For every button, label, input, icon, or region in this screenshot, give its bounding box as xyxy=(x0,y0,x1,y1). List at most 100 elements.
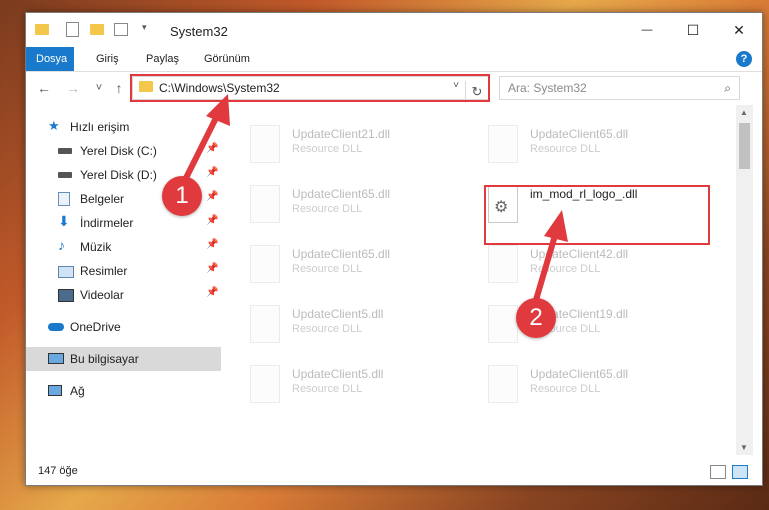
step-marker-1: 1 xyxy=(162,176,202,216)
new-folder-icon[interactable] xyxy=(90,24,104,35)
file-item[interactable]: UpdateClient65.dll Resource DLL xyxy=(484,361,714,417)
details-view-icon[interactable] xyxy=(710,465,726,479)
back-button[interactable]: ← xyxy=(35,79,53,97)
recent-locations-button[interactable]: ˅ xyxy=(90,79,108,97)
pin-icon: 📌 xyxy=(206,215,219,226)
sidebar-item-downloads[interactable]: ⬇ İndirmeler 📌 xyxy=(26,211,221,235)
computer-icon xyxy=(48,353,64,364)
scrollbar-thumb[interactable] xyxy=(739,123,750,169)
file-type: Resource DLL xyxy=(530,383,601,395)
dll-file-icon xyxy=(250,365,280,403)
dll-file-icon xyxy=(488,125,518,163)
star-icon: ★ xyxy=(48,118,60,133)
dll-file-icon xyxy=(250,305,280,343)
network-icon xyxy=(48,385,62,396)
file-item[interactable]: UpdateClient5.dll Resource DLL xyxy=(246,361,476,417)
file-item[interactable]: UpdateClient21.dll Resource DLL xyxy=(246,121,476,177)
sidebar-item-videos[interactable]: Videolar 📌 xyxy=(26,283,221,307)
help-button[interactable]: ? xyxy=(736,51,752,67)
file-name: UpdateClient5.dll xyxy=(292,367,384,381)
file-item[interactable]: UpdateClient65.dll Resource DLL xyxy=(484,121,714,177)
up-button[interactable]: ↑ xyxy=(110,79,128,97)
file-item[interactable]: UpdateClient5.dll Resource DLL xyxy=(246,301,476,357)
tab-gorunum[interactable]: Görünüm xyxy=(194,47,260,71)
sidebar-item-label: Bu bilgisayar xyxy=(70,352,139,366)
pin-icon: 📌 xyxy=(206,191,219,202)
music-icon: ♪ xyxy=(58,237,65,253)
status-bar: 147 öğe xyxy=(26,459,762,483)
file-type: Resource DLL xyxy=(292,203,363,215)
file-list: UpdateClient21.dll Resource DLL UpdateCl… xyxy=(222,105,736,455)
title-bar: ▾ System32 — ☐ ✕ xyxy=(26,13,762,47)
pictures-icon xyxy=(58,266,74,278)
file-name: UpdateClient65.dll xyxy=(530,127,629,141)
sidebar-item-label: Belgeler xyxy=(80,192,125,206)
file-type: Resource DLL xyxy=(530,143,601,155)
tab-paylas[interactable]: Paylaş xyxy=(136,47,189,71)
documents-icon xyxy=(58,192,70,206)
properties-icon[interactable] xyxy=(66,22,79,37)
sidebar-item-label: İndirmeler xyxy=(80,216,134,230)
dll-file-icon xyxy=(250,125,280,163)
sidebar-item-label: Yerel Disk (C:) xyxy=(80,144,157,158)
file-name: UpdateClient42.dll xyxy=(530,247,629,261)
search-box[interactable]: Ara: System32 ⌕ xyxy=(499,76,740,100)
scroll-up-arrow-icon[interactable]: ▲ xyxy=(740,108,748,117)
sidebar-item-label: Videolar xyxy=(80,288,124,302)
file-item[interactable]: UpdateClient65.dll Resource DLL xyxy=(246,181,476,237)
customize-toolbar-icon[interactable] xyxy=(114,23,128,36)
file-type: Resource DLL xyxy=(292,383,363,395)
sidebar-item-music[interactable]: ♪ Müzik 📌 xyxy=(26,235,221,259)
sidebar-item-quick-access[interactable]: ★ Hızlı erişim xyxy=(26,115,221,139)
large-icons-view-icon[interactable] xyxy=(732,465,748,479)
maximize-button[interactable]: ☐ xyxy=(670,13,716,47)
file-item[interactable]: UpdateClient65.dll Resource DLL xyxy=(246,241,476,297)
sidebar-item-label: Ağ xyxy=(70,384,85,398)
file-item[interactable]: UpdateClient42.dll Resource DLL xyxy=(484,241,714,297)
search-placeholder: Ara: System32 xyxy=(508,81,587,95)
file-type: Resource DLL xyxy=(292,323,363,335)
forward-button[interactable]: → xyxy=(64,79,82,97)
close-button[interactable]: ✕ xyxy=(716,13,762,47)
dll-file-icon xyxy=(488,245,518,283)
tab-dosya[interactable]: Dosya xyxy=(26,47,74,71)
file-type: Resource DLL xyxy=(292,143,363,155)
tab-giris[interactable]: Giriş xyxy=(86,47,129,71)
chevron-down-icon[interactable]: ▾ xyxy=(142,22,156,36)
sidebar-item-label: Müzik xyxy=(80,240,112,254)
dll-file-icon xyxy=(488,365,518,403)
drive-icon xyxy=(58,172,72,178)
sidebar-item-network[interactable]: Ağ xyxy=(26,379,221,403)
download-icon: ⬇ xyxy=(58,213,70,229)
navigation-bar: ← → ˅ ↑ C:\Windows\System32 ˅ ↻ Ara: Sys… xyxy=(26,72,762,104)
cloud-icon xyxy=(48,323,64,331)
vertical-scrollbar[interactable]: ▲ ▼ xyxy=(736,105,753,455)
file-name: UpdateClient21.dll xyxy=(292,127,391,141)
pin-icon: 📌 xyxy=(206,167,219,178)
sidebar-item-pictures[interactable]: Resimler 📌 xyxy=(26,259,221,283)
sidebar-item-this-pc[interactable]: Bu bilgisayar xyxy=(26,347,221,371)
address-highlight-box xyxy=(130,74,490,102)
item-count: 147 öğe xyxy=(38,465,78,477)
sidebar-item-label: Yerel Disk (D:) xyxy=(80,168,157,182)
file-type: Resource DLL xyxy=(530,263,601,275)
sidebar-item-label: Resimler xyxy=(80,264,128,278)
sidebar-item-label: Hızlı erişim xyxy=(70,120,130,134)
file-name: UpdateClient65.dll xyxy=(292,187,391,201)
navigation-pane: ★ Hızlı erişim Yerel Disk (C:) 📌 Yerel D… xyxy=(26,105,221,455)
search-icon[interactable]: ⌕ xyxy=(724,81,731,96)
drive-icon xyxy=(58,148,72,154)
minimize-button[interactable]: — xyxy=(624,13,670,47)
ribbon-tabs: Dosya Giriş Paylaş Görünüm ? xyxy=(26,47,762,72)
pin-icon: 📌 xyxy=(206,263,219,274)
pin-icon: 📌 xyxy=(206,287,219,298)
scroll-down-arrow-icon[interactable]: ▼ xyxy=(740,443,748,452)
folder-icon xyxy=(35,24,49,35)
sidebar-item-onedrive[interactable]: OneDrive xyxy=(26,315,221,339)
pin-icon: 📌 xyxy=(206,143,219,154)
sidebar-item-disk-c[interactable]: Yerel Disk (C:) 📌 xyxy=(26,139,221,163)
file-name: UpdateClient65.dll xyxy=(292,247,391,261)
videos-icon xyxy=(58,289,74,302)
dll-file-icon xyxy=(250,185,280,223)
dll-file-icon xyxy=(250,245,280,283)
